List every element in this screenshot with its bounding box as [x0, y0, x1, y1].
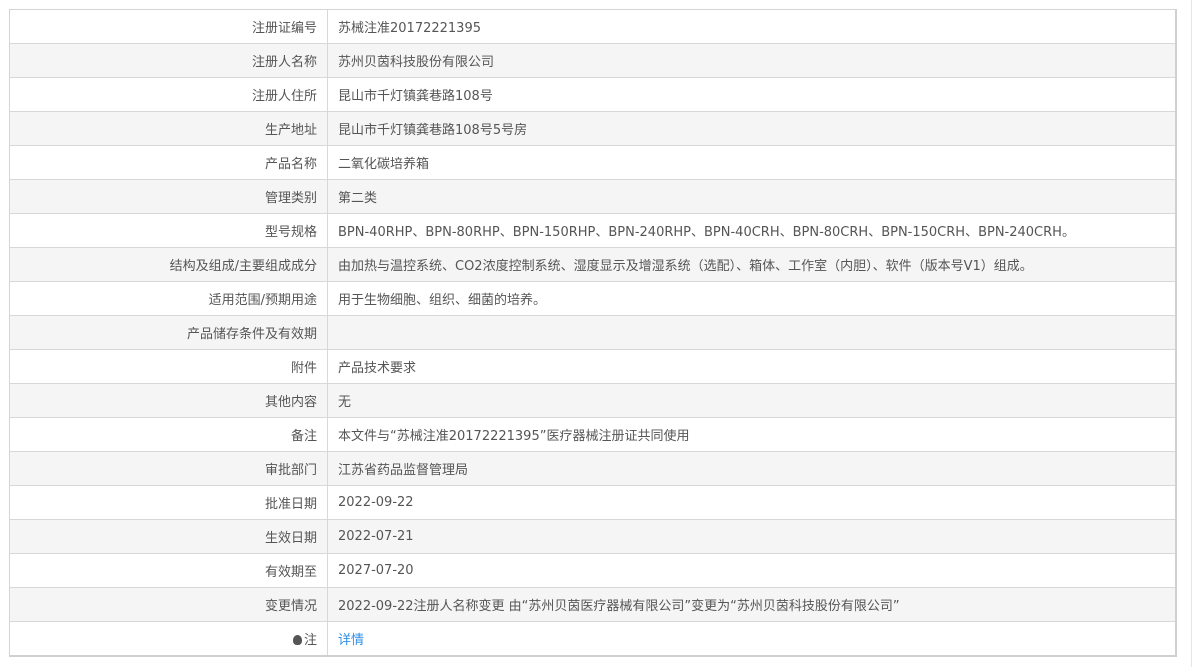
table-row: 结构及组成/主要组成成分 由加热与温控系统、CO2浓度控制系统、湿度显示及增湿系统… [9, 247, 1176, 282]
row-value: 2027-07-20 [327, 553, 1176, 588]
row-label: 管理类别 [9, 179, 328, 214]
details-link[interactable]: 详情 [338, 633, 364, 648]
note-label: 注 [9, 621, 328, 657]
row-value: 第二类 [327, 179, 1176, 214]
row-value: 二氧化碳培养箱 [327, 145, 1176, 180]
bulb-icon [292, 635, 302, 645]
registration-table: 注册证编号 苏械注准20172221395 注册人名称 苏州贝茵科技股份有限公司 注册人… [9, 9, 1177, 657]
row-label: 适用范围/预期用途 [9, 281, 328, 316]
table-row: 生效日期 2022-07-21 [9, 519, 1176, 554]
table-row: 附件 产品技术要求 [9, 349, 1176, 384]
row-label: 注册证编号 [9, 9, 328, 44]
table-row: 其他内容无 [9, 383, 1176, 418]
row-value: 2022-07-21 [327, 519, 1176, 554]
row-label: 变更情况 [9, 587, 328, 622]
row-label: 产品储存条件及有效期 [9, 315, 328, 350]
table-row: 型号规格 BPN-40RHP、BPN-80RHP、BPN-150RHP、BPN-2… [9, 213, 1176, 248]
row-label: 产品名称 [9, 145, 328, 180]
note-value: 详情 [327, 621, 1176, 657]
row-value: 无 [327, 383, 1176, 418]
table-row: 注册人住所 昆山市千灯镇龚巷路108号 [9, 77, 1176, 112]
row-value: 江苏省药品监督管理局 [327, 451, 1176, 486]
table-row: 审批部门 江苏省药品监督管理局 [9, 451, 1176, 486]
scrollbar-edge [1191, 0, 1192, 667]
row-value: 苏械注准20172221395 [327, 9, 1176, 44]
table-row: 有效期至 2027-07-20 [9, 553, 1176, 588]
row-label: 其他内容 [9, 383, 328, 418]
table-row: 产品名称 二氧化碳培养箱 [9, 145, 1176, 180]
row-value [327, 315, 1176, 350]
row-value: 产品技术要求 [327, 349, 1176, 384]
row-value: 2022-09-22注册人名称变更 由“苏州贝茵医疗器械有限公司”变更为“苏州贝… [327, 587, 1176, 622]
row-value: BPN-40RHP、BPN-80RHP、BPN-150RHP、BPN-240RH… [327, 213, 1176, 248]
row-value: 本文件与“苏械注准20172221395”医疗器械注册证共同使用 [327, 417, 1176, 452]
row-label: 批准日期 [9, 485, 328, 520]
row-label: 附件 [9, 349, 328, 384]
table-row: 备注 本文件与“苏械注准20172221395”医疗器械注册证共同使用 [9, 417, 1176, 452]
table-row: 注册人名称 苏州贝茵科技股份有限公司 [9, 43, 1176, 78]
table-row: 管理类别 第二类 [9, 179, 1176, 214]
row-label: 注册人住所 [9, 77, 328, 112]
row-value: 昆山市千灯镇龚巷路108号5号房 [327, 111, 1176, 146]
table-row: 生产地址 昆山市千灯镇龚巷路108号5号房 [9, 111, 1176, 146]
table-row: 注册证编号 苏械注准20172221395 [9, 9, 1176, 44]
table-row: 变更情况 2022-09-22注册人名称变更 由“苏州贝茵医疗器械有限公司”变更为… [9, 587, 1176, 622]
row-label: 有效期至 [9, 553, 328, 588]
note-label-text: 注 [303, 633, 317, 648]
row-label: 备注 [9, 417, 328, 452]
row-value: 苏州贝茵科技股份有限公司 [327, 43, 1176, 78]
table-row: 产品储存条件及有效期 [9, 315, 1176, 350]
row-label: 型号规格 [9, 213, 328, 248]
row-label: 审批部门 [9, 451, 328, 486]
row-value: 昆山市千灯镇龚巷路108号 [327, 77, 1176, 112]
table-row: 批准日期 2022-09-22 [9, 485, 1176, 520]
row-value: 由加热与温控系统、CO2浓度控制系统、湿度显示及增湿系统（选配）、箱体、工作室（… [327, 247, 1176, 282]
row-label: 生产地址 [9, 111, 328, 146]
row-label: 注册人名称 [9, 43, 328, 78]
row-label: 生效日期 [9, 519, 328, 554]
row-value: 2022-09-22 [327, 485, 1176, 520]
note-row: 注 详情 [9, 621, 1176, 657]
table-row: 适用范围/预期用途 用于生物细胞、组织、细菌的培养。 [9, 281, 1176, 316]
row-value: 用于生物细胞、组织、细菌的培养。 [327, 281, 1176, 316]
row-label: 结构及组成/主要组成成分 [9, 247, 328, 282]
